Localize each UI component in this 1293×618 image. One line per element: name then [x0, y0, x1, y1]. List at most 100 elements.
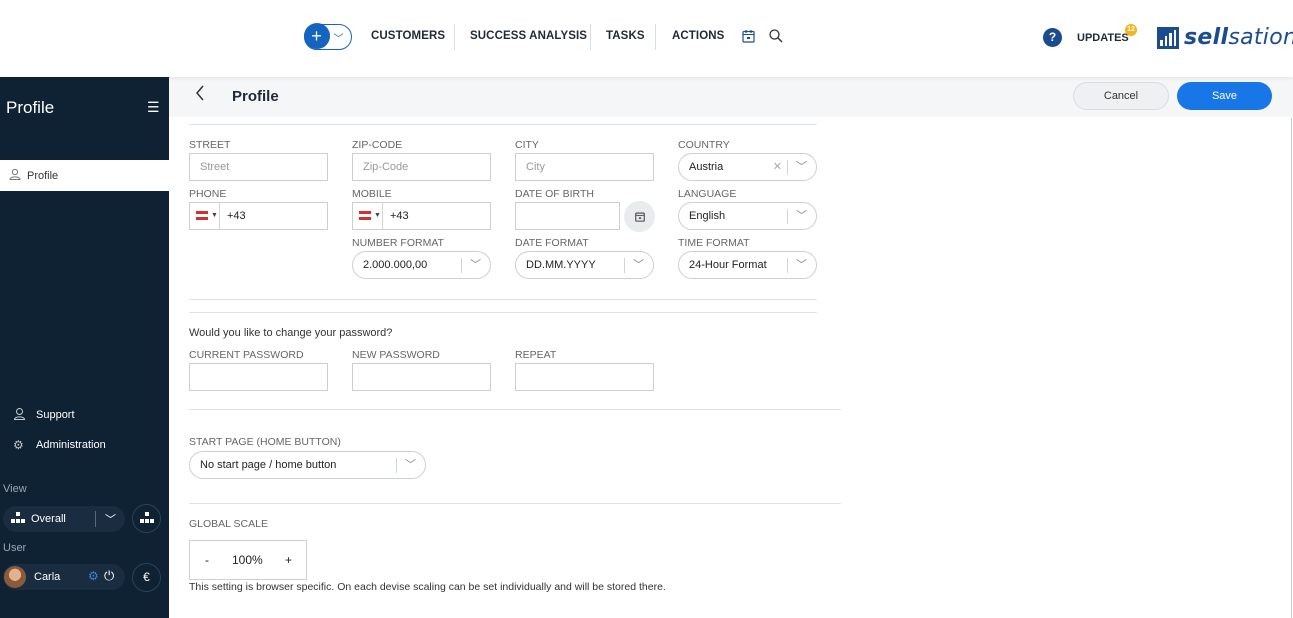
logo-text: sellsation	[1184, 25, 1293, 50]
view-value: Overall	[31, 513, 66, 525]
divider	[787, 160, 788, 175]
view-section-label: View	[3, 483, 27, 495]
dob-input[interactable]	[515, 202, 620, 230]
divider	[787, 258, 788, 273]
caret-down-icon[interactable]: ▼	[374, 203, 381, 229]
sidebar: Profile ☰ Profile Support ⚙ Administrati…	[0, 77, 169, 618]
plus-icon: +	[303, 23, 330, 50]
austria-flag-icon[interactable]	[196, 211, 208, 220]
scale-value: 100%	[232, 553, 263, 567]
user-settings-gear-icon[interactable]: ⚙	[88, 569, 99, 583]
save-button[interactable]: Save	[1177, 82, 1272, 110]
logo-bars-icon	[1157, 26, 1179, 49]
sellsation-logo: sellsation	[1157, 25, 1293, 50]
nav-actions[interactable]: ACTIONS	[672, 30, 724, 42]
chevron-down-icon: ﹀	[105, 514, 116, 526]
sidebar-item-support[interactable]: Support	[13, 407, 75, 423]
hamburger-icon[interactable]: ☰	[147, 99, 160, 116]
divider	[461, 258, 462, 273]
chevron-down-icon: ﹀	[796, 161, 807, 173]
date-format-value: DD.MM.YYYY	[526, 259, 596, 271]
current-password-input[interactable]	[189, 363, 328, 391]
nav-customers[interactable]: CUSTOMERS	[371, 30, 445, 42]
phone-label: PHONE	[189, 188, 227, 200]
scale-decrease-button[interactable]: -	[205, 553, 209, 567]
date-format-select[interactable]: DD.MM.YYYY ﹀	[515, 251, 654, 279]
divider	[396, 458, 397, 473]
nav-divider	[590, 24, 591, 50]
avatar	[4, 566, 26, 588]
date-format-label: DATE FORMAT	[515, 237, 589, 249]
org-chart-button[interactable]	[132, 504, 161, 533]
sidebar-item-profile[interactable]: Profile	[0, 160, 169, 191]
currency-button[interactable]: €	[132, 563, 161, 592]
chevron-down-icon: ﹀	[633, 259, 644, 271]
new-password-input[interactable]	[352, 363, 491, 391]
austria-flag-icon[interactable]	[359, 211, 371, 220]
sidebar-item-label: Administration	[36, 439, 106, 451]
language-select[interactable]: English ﹀	[678, 202, 817, 230]
search-icon[interactable]	[769, 29, 783, 46]
repeat-password-input[interactable]	[515, 363, 654, 391]
time-format-label: TIME FORMAT	[678, 237, 750, 249]
street-input[interactable]: Street	[189, 153, 328, 181]
current-password-label: CURRENT PASSWORD	[189, 349, 304, 361]
nav-tasks[interactable]: TASKS	[606, 30, 645, 42]
number-format-select[interactable]: 2.000.000,00 ﹀	[352, 251, 491, 279]
city-label: CITY	[515, 139, 539, 151]
country-select[interactable]: Austria ✕ ﹀	[678, 153, 817, 181]
user-section-label: User	[3, 542, 27, 554]
time-format-select[interactable]: 24-Hour Format ﹀	[678, 251, 817, 279]
help-icon[interactable]: ?	[1043, 28, 1062, 47]
language-label: LANGUAGE	[678, 188, 737, 200]
calendar-icon[interactable]	[742, 29, 755, 46]
start-page-label: START PAGE (HOME BUTTON)	[189, 436, 341, 448]
updates-link[interactable]: UPDATES	[1077, 32, 1129, 44]
time-format-value: 24-Hour Format	[689, 259, 767, 271]
calendar-icon[interactable]	[624, 201, 655, 232]
repeat-password-label: REPEAT	[515, 349, 557, 361]
add-new-button[interactable]: + ﹀	[303, 23, 352, 50]
back-arrow-icon[interactable]	[195, 84, 205, 107]
divider	[787, 209, 788, 224]
language-value: English	[689, 210, 726, 222]
cancel-button[interactable]: Cancel	[1073, 82, 1169, 110]
zip-input[interactable]: Zip-Code	[352, 153, 491, 181]
country-value: Austria	[689, 161, 724, 173]
page-title: Profile	[232, 88, 279, 105]
power-icon[interactable]: ⏻	[104, 568, 114, 584]
clear-icon[interactable]: ✕	[773, 154, 782, 180]
scale-increase-button[interactable]: +	[285, 553, 292, 567]
hierarchy-icon	[11, 511, 25, 527]
divider	[624, 258, 625, 273]
caret-down-icon[interactable]: ▼	[211, 203, 218, 229]
scale-stepper: - 100% +	[189, 540, 307, 580]
view-selector[interactable]: Overall ﹀	[3, 506, 125, 532]
sidebar-item-administration[interactable]: ⚙ Administration	[13, 438, 106, 452]
chevron-down-icon: ﹀	[796, 210, 807, 222]
user-pill[interactable]: Carla ⚙ ⏻	[3, 564, 125, 590]
mobile-input[interactable]: ▼ +43	[352, 202, 491, 230]
scroll-edge	[1291, 118, 1292, 618]
gear-icon: ⚙	[13, 438, 24, 452]
sidebar-title: Profile	[6, 98, 55, 117]
nav-divider	[655, 24, 656, 50]
dob-label: DATE OF BIRTH	[515, 188, 594, 200]
user-icon	[9, 168, 21, 183]
mobile-value: +43	[390, 210, 409, 222]
chevron-down-icon: ﹀	[405, 459, 416, 471]
nav-success-analysis[interactable]: SUCCESS ANALYSIS	[470, 30, 587, 42]
divider	[95, 511, 96, 527]
divider	[189, 124, 817, 125]
new-password-label: NEW PASSWORD	[352, 349, 440, 361]
sidebar-item-label: Support	[36, 409, 75, 421]
number-format-value: 2.000.000,00	[363, 259, 428, 271]
start-page-select[interactable]: No start page / home button ﹀	[189, 451, 426, 479]
phone-input[interactable]: ▼ +43	[189, 202, 328, 230]
updates-count-badge: 12	[1125, 24, 1137, 36]
user-name: Carla	[34, 571, 61, 583]
start-page-value: No start page / home button	[200, 459, 337, 471]
mobile-label: MOBILE	[352, 188, 392, 200]
city-input[interactable]: City	[515, 153, 654, 181]
global-scale-label: GLOBAL SCALE	[189, 518, 268, 530]
